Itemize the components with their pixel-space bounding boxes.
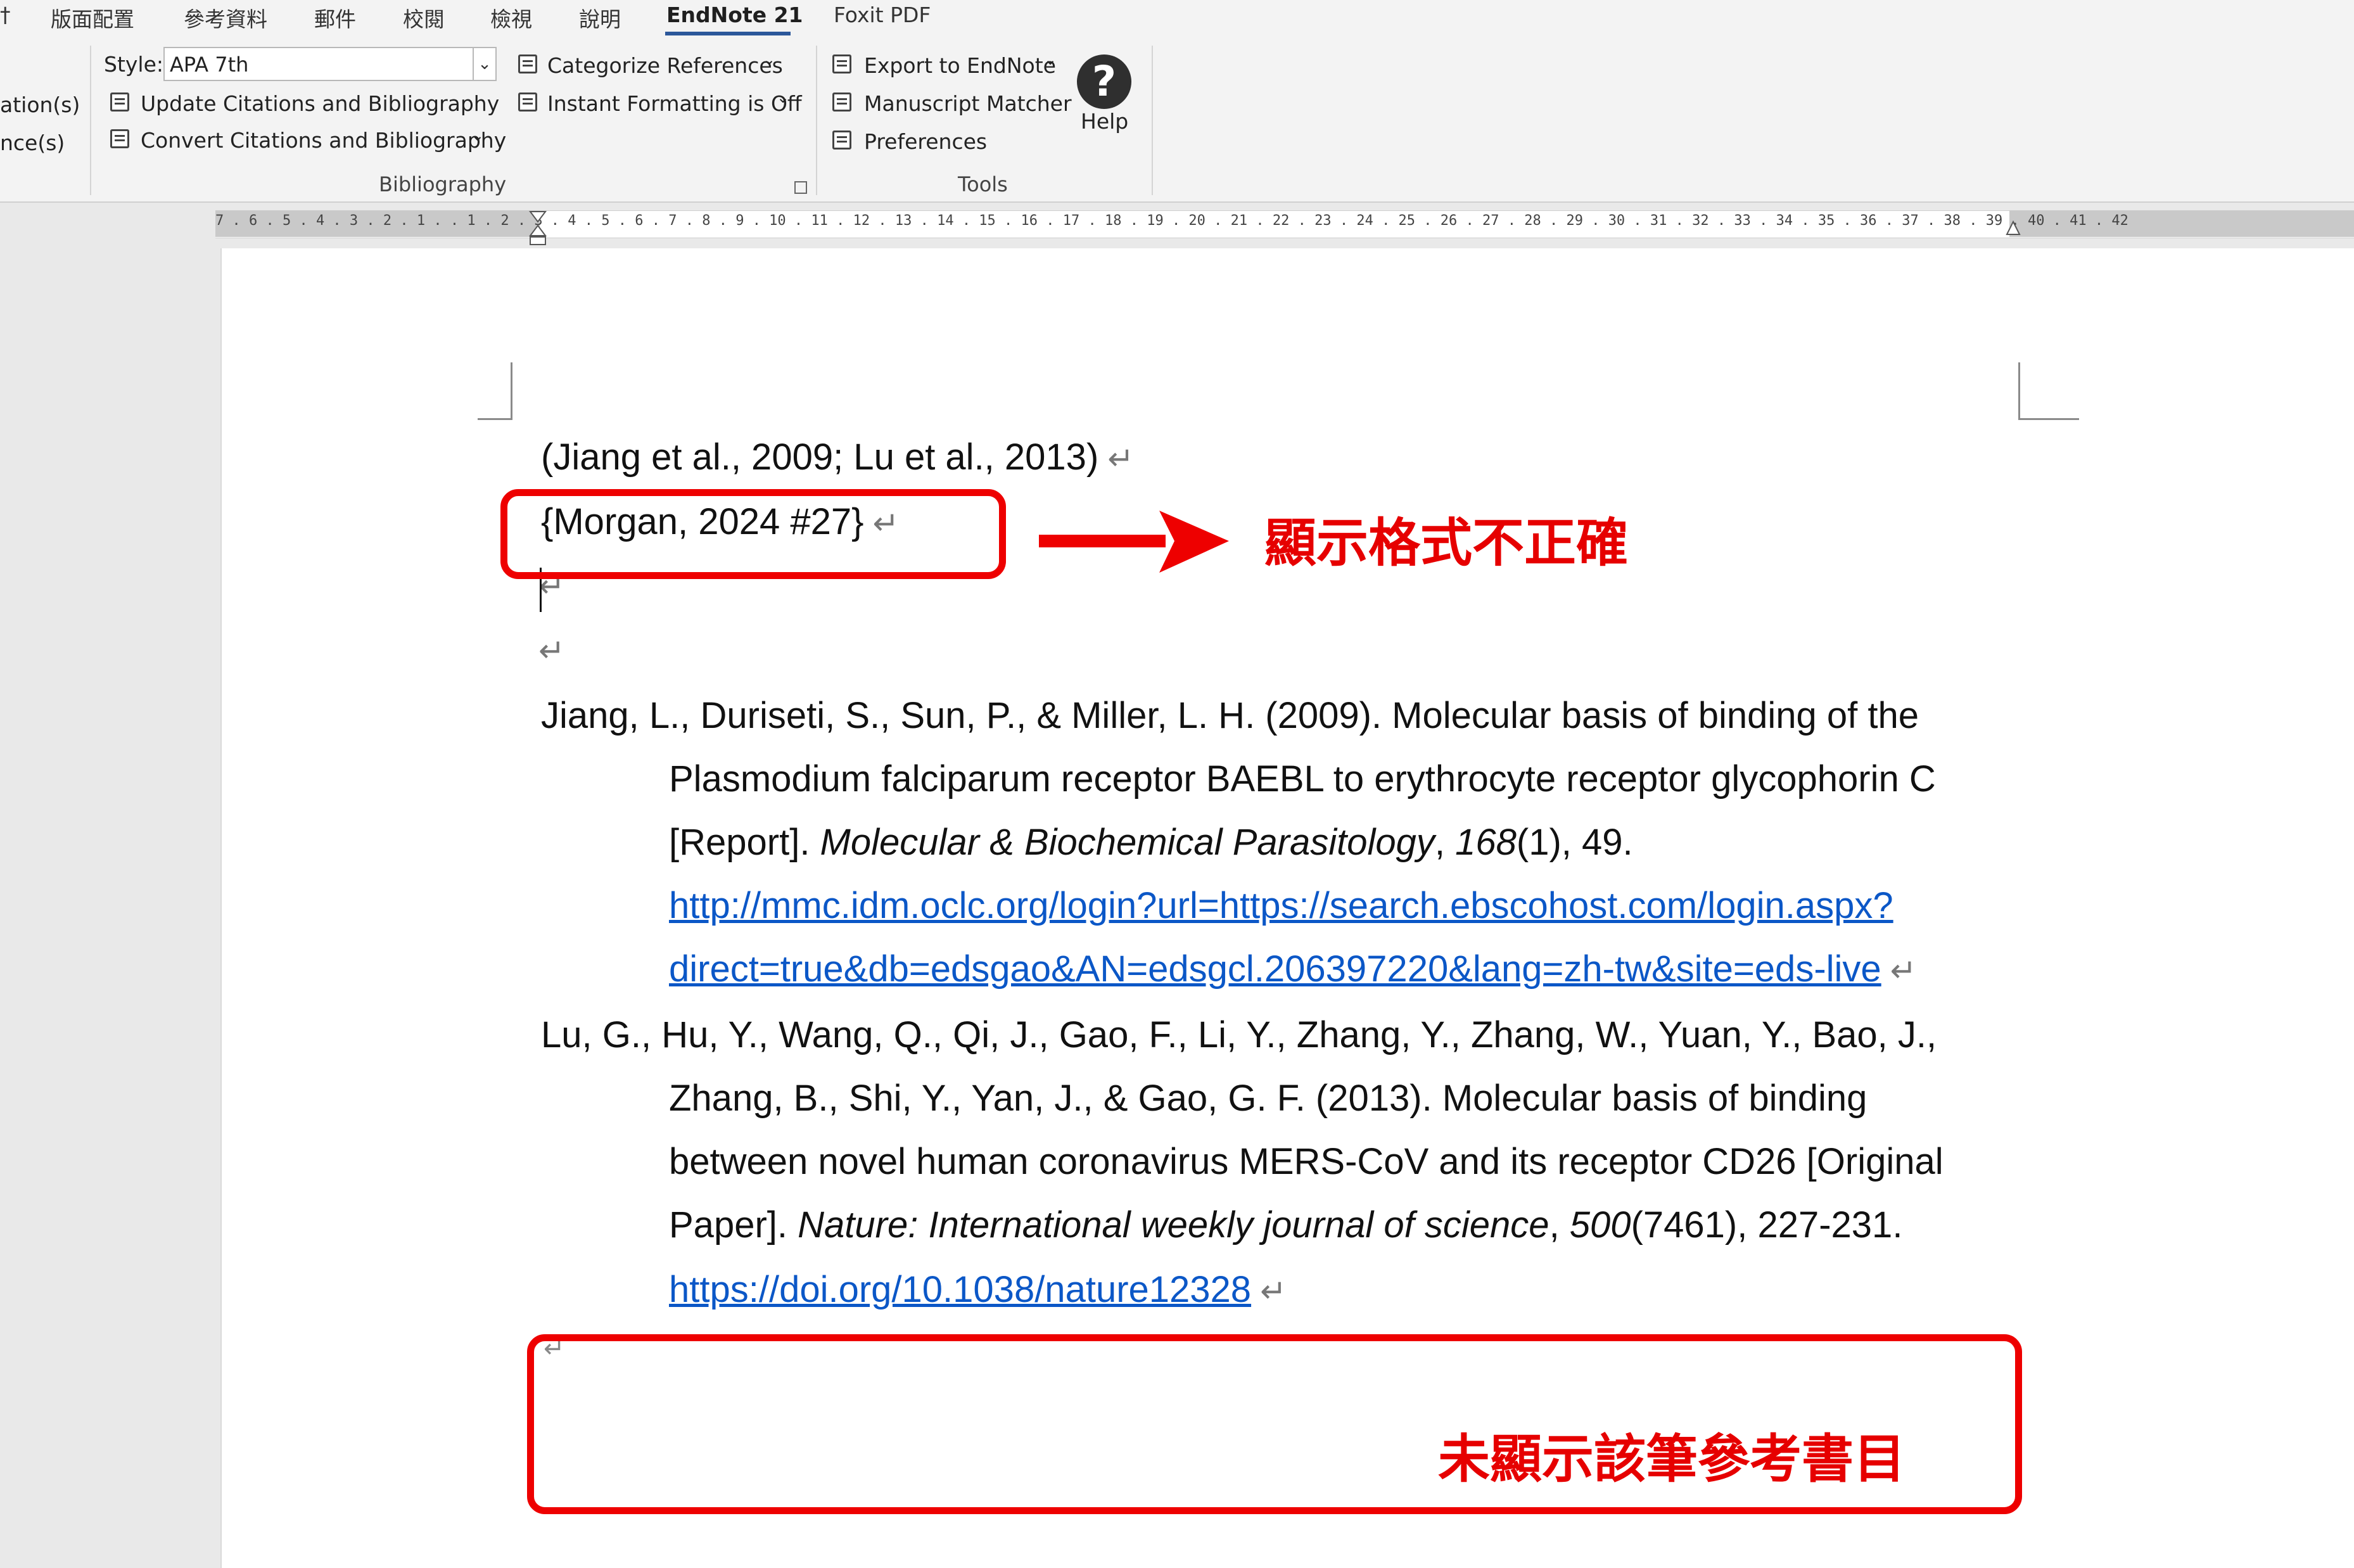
- tab-foxit-pdf[interactable]: Foxit PDF: [834, 3, 931, 27]
- right-indent-marker-icon[interactable]: [2006, 219, 2021, 238]
- tab-help[interactable]: 說明: [579, 3, 621, 33]
- tab-mailings[interactable]: 郵件: [314, 3, 356, 33]
- categorize-icon: [518, 54, 537, 73]
- dialog-launcher-icon[interactable]: [794, 181, 807, 194]
- convert-citations-icon: [110, 129, 129, 148]
- bibliography-group-label: Bibliography: [379, 172, 507, 196]
- convert-citations-button[interactable]: Convert Citations and Bibliography: [141, 128, 506, 153]
- incorrect-format-annotation: 顯示格式不正確: [1264, 513, 1629, 573]
- group-divider: [816, 46, 817, 195]
- style-label: Style:: [104, 52, 164, 77]
- citation-line-1[interactable]: (Jiang et al., 2009; Lu et al., 2013) ↵: [541, 436, 1134, 478]
- chevron-down-icon[interactable]: ⌄: [1044, 51, 1057, 68]
- crop-mark: [2018, 362, 2020, 418]
- reference-2-line-4[interactable]: Paper]. Nature: International weekly jou…: [669, 1204, 1902, 1246]
- update-citations-button[interactable]: Update Citations and Bibliography: [141, 91, 499, 116]
- group-divider: [90, 46, 91, 195]
- export-to-endnote-button[interactable]: Export to EndNote: [864, 53, 1056, 78]
- manuscript-matcher-icon: [832, 92, 851, 112]
- crop-mark: [511, 362, 512, 420]
- insert-citation-button[interactable]: ation(s): [0, 92, 80, 117]
- help-button-label[interactable]: Help: [1081, 109, 1128, 134]
- missing-reference-annotation: 未顯示該筆參考書目: [1438, 1429, 1906, 1489]
- indent-marker-icon[interactable]: [528, 209, 547, 247]
- tab-layout[interactable]: 版面配置: [51, 3, 134, 33]
- chevron-down-icon[interactable]: ⌄: [777, 89, 789, 106]
- tab-view[interactable]: 檢視: [490, 3, 532, 33]
- export-icon: [832, 54, 851, 73]
- reference-1-url-line-2[interactable]: direct=true&db=edsgao&AN=edsgcl.20639722…: [669, 948, 1917, 990]
- manuscript-matcher-button[interactable]: Manuscript Matcher: [864, 91, 1072, 116]
- arrow-right-icon: [1039, 511, 1229, 573]
- reference-1-line-2[interactable]: Plasmodium falciparum receptor BAEBL to …: [669, 758, 1936, 800]
- preferences-icon: [832, 131, 851, 150]
- reference-2-line-2[interactable]: Zhang, B., Shi, Y., Yan, J., & Gao, G. F…: [669, 1077, 1867, 1119]
- tab-references[interactable]: 參考資料: [184, 3, 267, 33]
- reference-2-doi[interactable]: https://doi.org/10.1038/nature12328 ↵: [669, 1268, 1287, 1311]
- reference-1-line-1[interactable]: Jiang, L., Duriseti, S., Sun, P., & Mill…: [541, 694, 1919, 737]
- chevron-down-icon[interactable]: ⌄: [473, 48, 495, 80]
- crop-mark: [478, 418, 512, 420]
- tab-review[interactable]: 校閱: [403, 3, 445, 33]
- group-divider: [1152, 46, 1153, 195]
- instant-formatting-icon: [518, 92, 537, 112]
- insert-reference-button[interactable]: nce(s): [0, 131, 65, 155]
- reference-1-url-line-1[interactable]: http://mmc.idm.oclc.org/login?url=https:…: [669, 884, 1893, 927]
- help-icon[interactable]: ?: [1077, 54, 1131, 109]
- chevron-down-icon[interactable]: ⌄: [471, 127, 484, 144]
- ribbon-tabs: † 版面配置 參考資料 郵件 校閱 檢視 說明 EndNote 21 Foxit…: [0, 0, 2354, 39]
- instant-formatting-button[interactable]: Instant Formatting is Off: [547, 91, 802, 116]
- tab-fragment: †: [0, 3, 11, 27]
- style-select[interactable]: APA 7th ⌄: [163, 47, 497, 81]
- categorize-references-button[interactable]: Categorize References: [547, 53, 783, 78]
- reference-2-line-1[interactable]: Lu, G., Hu, Y., Wang, Q., Qi, J., Gao, F…: [541, 1014, 1937, 1056]
- reference-2-line-3[interactable]: between novel human coronavirus MERS-CoV…: [669, 1140, 1944, 1183]
- crop-mark: [2018, 418, 2079, 420]
- active-tab-indicator: [665, 32, 791, 35]
- tools-group-label: Tools: [958, 172, 1008, 196]
- preferences-button[interactable]: Preferences: [864, 129, 987, 154]
- ribbon-border: [0, 201, 2354, 203]
- incorrect-citation-highlight: [500, 489, 1006, 579]
- update-citations-icon: [110, 92, 129, 112]
- chevron-down-icon[interactable]: ⌄: [763, 51, 775, 68]
- style-value: APA 7th: [170, 53, 249, 77]
- reference-1-line-3[interactable]: [Report]. Molecular & Biochemical Parasi…: [669, 821, 1633, 864]
- ruler-numbers: 7 . 6 . 5 . 4 . 3 . 2 . 1 . . 1 . 2 . 3 …: [215, 213, 2128, 229]
- tab-endnote[interactable]: EndNote 21: [666, 3, 803, 27]
- empty-paragraph: ↵: [538, 633, 565, 668]
